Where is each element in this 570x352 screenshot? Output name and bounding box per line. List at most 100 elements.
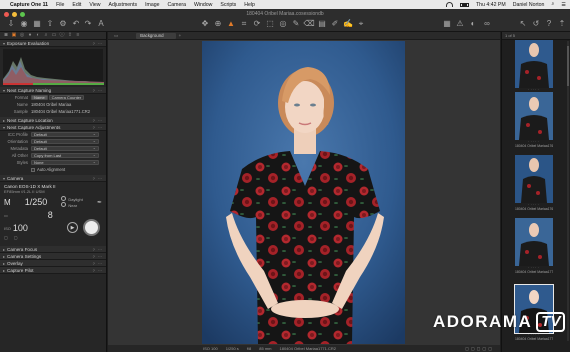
metadata-select[interactable]: Default bbox=[31, 145, 99, 152]
capture-tab-icon[interactable]: ▣ bbox=[11, 33, 17, 38]
camera-header[interactable]: ▾ Camera ? ⋯ bbox=[0, 175, 106, 182]
next-capture-adjustments-header[interactable]: ▾ Next Capture Adjustments ? ⋯ bbox=[0, 124, 106, 131]
auto-align-checkbox[interactable] bbox=[31, 167, 35, 172]
reset-icon[interactable]: ↺ bbox=[531, 18, 541, 29]
live-view-button[interactable]: ▶ bbox=[67, 222, 78, 233]
next-capture-naming-header[interactable]: ▾ Next Capture Naming ? ⋯ bbox=[0, 87, 106, 94]
format-counter-token[interactable]: Camera Counter bbox=[48, 94, 85, 101]
exposure-warning-icon[interactable]: ⚠ bbox=[455, 18, 465, 29]
output-tab-icon[interactable]: ⇪ bbox=[67, 33, 73, 38]
thumbnail-image[interactable] bbox=[515, 155, 553, 203]
menu-view[interactable]: View bbox=[89, 2, 100, 8]
library-icon[interactable]: ▦ bbox=[32, 18, 42, 29]
wifi-icon[interactable] bbox=[446, 2, 454, 7]
notification-center-icon[interactable]: ☰ bbox=[561, 2, 566, 8]
section-tools-icon[interactable]: ? ⋯ bbox=[93, 125, 103, 130]
browser-scrollbar[interactable] bbox=[567, 41, 569, 341]
drive-mode-icon[interactable]: ▭ bbox=[4, 213, 8, 218]
copy-adjustments-icon[interactable]: ↖ bbox=[518, 18, 528, 29]
section-tools-icon[interactable]: ? ⋯ bbox=[93, 254, 103, 259]
eyedropper-icon[interactable]: ✒ bbox=[97, 199, 102, 206]
name-field[interactable]: 180404 Oribel Mariaa bbox=[31, 102, 71, 107]
shutter-speed[interactable]: 1/250 bbox=[25, 197, 48, 207]
glasses-icon[interactable]: ∞ bbox=[482, 18, 492, 29]
focus-icon[interactable] bbox=[61, 202, 67, 207]
batch-tab-icon[interactable]: ≡ bbox=[75, 33, 81, 38]
overlay-header[interactable]: ▸ Overlay ? ⋯ bbox=[0, 260, 106, 267]
next-capture-location-header[interactable]: ▸ Next Capture Location ? ⋯ bbox=[0, 117, 106, 124]
battery-icon[interactable] bbox=[460, 2, 470, 7]
browser-scrollbar-thumb[interactable] bbox=[567, 46, 569, 86]
format-name-token[interactable]: Name bbox=[31, 94, 48, 101]
thumbnail-item[interactable]: ····· 180404 Oribel Mariaa1769.CR2 bbox=[515, 155, 553, 211]
thumbnail-image[interactable] bbox=[515, 92, 553, 140]
menu-scripts[interactable]: Scripts bbox=[220, 2, 236, 8]
rating-stars[interactable]: ▢▢▢▢▢ bbox=[465, 346, 494, 351]
undo-icon[interactable]: ↶ bbox=[71, 18, 81, 29]
section-tools-icon[interactable]: ? ⋯ bbox=[93, 247, 103, 252]
wb-picker-icon[interactable]: ⌖ bbox=[356, 18, 366, 29]
annotate-tool-icon[interactable]: ✍ bbox=[343, 18, 353, 29]
section-tools-icon[interactable]: ? ⋯ bbox=[93, 176, 103, 181]
iso-value[interactable]: 100 bbox=[13, 223, 28, 233]
spot-removal-icon[interactable]: ◎ bbox=[278, 18, 288, 29]
adjust-tab-icon[interactable]: ▭ bbox=[51, 33, 57, 38]
thumbnail-image[interactable] bbox=[515, 218, 553, 266]
section-tools-icon[interactable]: ? ⋯ bbox=[93, 88, 103, 93]
menu-help[interactable]: Help bbox=[244, 2, 255, 8]
section-tools-icon[interactable]: ? ⋯ bbox=[93, 268, 103, 273]
metadata-tab-icon[interactable]: ⓘ bbox=[59, 33, 65, 38]
eraser-tool-icon[interactable]: ⌫ bbox=[303, 18, 314, 29]
thumbnail-item[interactable]: ····· 180404 Oribel Mariaa1768.CR2 bbox=[515, 92, 553, 148]
camera-settings-header[interactable]: ▸ Camera Settings ? ⋯ bbox=[0, 253, 106, 260]
menu-file[interactable]: File bbox=[56, 2, 64, 8]
gradient-tool-icon[interactable]: ▤ bbox=[317, 18, 327, 29]
proof-icon[interactable]: ◐ bbox=[468, 18, 478, 29]
lens-tab-icon[interactable]: ◎ bbox=[19, 33, 25, 38]
aperture-value[interactable]: 8 bbox=[48, 210, 53, 220]
menubar-user[interactable]: Daniel Norton bbox=[513, 2, 545, 8]
exposure-mode[interactable]: M bbox=[4, 198, 11, 207]
white-balance-icon[interactable] bbox=[61, 196, 67, 201]
styles-select[interactable]: None bbox=[31, 159, 99, 166]
capture-button[interactable] bbox=[83, 219, 100, 236]
icc-profile-select[interactable]: Default bbox=[31, 131, 99, 138]
thumbnail-item[interactable]: ····· 180404 Oribel Mariaa1767.CR2 bbox=[515, 40, 553, 96]
orientation-select[interactable]: Default bbox=[31, 138, 99, 145]
all-other-select[interactable]: Copy from Last bbox=[31, 152, 99, 159]
rotate-tool-icon[interactable]: ⟳ bbox=[252, 18, 262, 29]
thumbnail-item[interactable]: ····· 180404 Oribel Mariaa1770.CR2 bbox=[515, 218, 553, 274]
picker-tool-icon[interactable]: ✐ bbox=[330, 18, 340, 29]
card-slot-icon[interactable]: ▢ bbox=[4, 235, 8, 240]
menubar-clock[interactable]: Thu 4:42 PM bbox=[476, 2, 506, 8]
apply-icon[interactable]: ⇡ bbox=[557, 18, 567, 29]
export-icon[interactable]: ⇧ bbox=[45, 18, 55, 29]
grid-view-icon[interactable]: ▦ bbox=[442, 18, 452, 29]
exposure-evaluation-header[interactable]: ▾ Exposure Evaluation ? ⋯ bbox=[0, 40, 106, 47]
menu-app-name[interactable]: Capture One 11 bbox=[10, 2, 48, 8]
menu-edit[interactable]: Edit bbox=[72, 2, 81, 8]
redo-icon[interactable]: ↷ bbox=[83, 18, 93, 29]
pan-tool-icon[interactable]: ✥ bbox=[200, 18, 210, 29]
menu-window[interactable]: Window bbox=[194, 2, 212, 8]
settings-icon[interactable]: ⚙ bbox=[58, 18, 68, 29]
camera-focus-header[interactable]: ▸ Camera Focus ? ⋯ bbox=[0, 246, 106, 253]
brush-tool-icon[interactable]: ✎ bbox=[291, 18, 301, 29]
add-layer-icon[interactable]: + bbox=[179, 33, 182, 38]
import-icon[interactable]: ⇩ bbox=[6, 18, 16, 29]
zoom-tool-icon[interactable]: ⊕ bbox=[213, 18, 223, 29]
capture-icon[interactable]: ◉ bbox=[19, 18, 29, 29]
menu-adjustments[interactable]: Adjustments bbox=[109, 2, 138, 8]
capture-pilot-header[interactable]: ▸ Capture Pilot ? ⋯ bbox=[0, 267, 106, 274]
keystone-tool-icon[interactable]: ⬚ bbox=[265, 18, 275, 29]
camera-tab-icon[interactable]: ◙ bbox=[3, 33, 9, 38]
exposure-tab-icon[interactable]: ◐ bbox=[35, 33, 41, 38]
menu-camera[interactable]: Camera bbox=[168, 2, 186, 8]
details-tab-icon[interactable]: ⌕ bbox=[43, 33, 49, 38]
layer-icon[interactable]: ▭ bbox=[114, 33, 118, 39]
menu-image[interactable]: Image bbox=[145, 2, 159, 8]
layer-select[interactable]: Background bbox=[136, 32, 176, 39]
color-tab-icon[interactable]: ● bbox=[27, 33, 33, 38]
text-icon[interactable]: A bbox=[96, 18, 106, 29]
thumbnail-image[interactable] bbox=[515, 40, 553, 88]
